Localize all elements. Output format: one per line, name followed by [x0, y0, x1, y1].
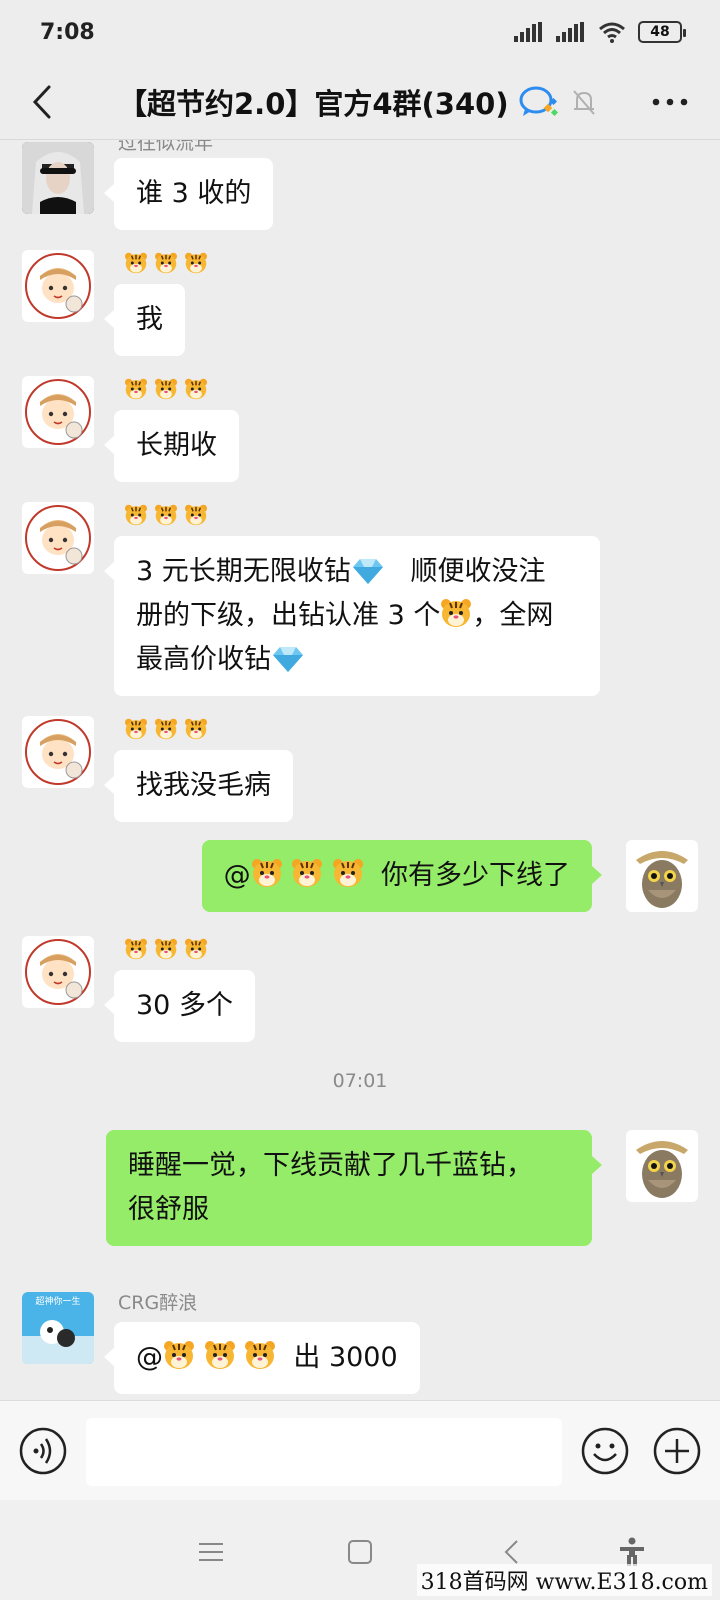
message-bubble[interactable]: 3 元长期无限收钻 顺便收没注 册的下级，出钻认准 3 个，全网 最高价收钻 [104, 536, 600, 696]
status-icons: 48 [514, 21, 686, 43]
message-bubble[interactable]: 我 [104, 284, 185, 356]
sender-name: 🐯🐯🐯 [118, 718, 214, 741]
message-input[interactable] [86, 1418, 562, 1486]
back-arrow-icon [32, 85, 51, 119]
chat-title: 【超节约2.0】官方4群(340) [118, 87, 509, 121]
emoji-icon [581, 1427, 629, 1475]
sender-name: CRG醉浪 [118, 1292, 198, 1314]
avatar-caption: 超神你一生 [35, 1297, 81, 1307]
tiger-icon [440, 599, 472, 631]
message-text: 长期收 [136, 430, 217, 461]
system-nav-bar: 318首码网 www.E318.com [0, 1500, 720, 1600]
message-list[interactable]: 过往似流年 谁 3 收的 🐯🐯🐯 我 🐯🐯🐯 长期收 🐯🐯🐯 3 元长期无限收钻… [0, 140, 720, 1400]
message-line: 3 元长期无限收钻 顺便收没注 [136, 556, 546, 587]
wifi-icon [599, 22, 625, 43]
more-icon [652, 98, 688, 106]
avatar[interactable] [22, 250, 94, 322]
chat-header: 【超节约2.0】官方4群(340) [0, 64, 720, 140]
sender-name: 过往似流年 [118, 140, 214, 154]
message-text: 谁 3 收的 [136, 178, 252, 209]
watermark: 318首码网 www.E318.com [416, 1564, 712, 1596]
message-line: 很舒服 [128, 1194, 209, 1225]
message-line: 册的下级，出钻认准 3 个，全网 [136, 599, 554, 631]
sender-name: 🐯🐯🐯 [118, 378, 214, 401]
message-bubble-self[interactable]: @ 你有多少下线了 [201, 840, 603, 912]
enterprise-chat-icon [519, 86, 558, 117]
message-line: 最高价收钻 [136, 638, 578, 682]
mute-bell-icon [572, 90, 595, 115]
title-area[interactable]: 【超节约2.0】官方4群(340) [118, 76, 599, 128]
back-button[interactable] [20, 78, 64, 126]
avatar-self[interactable] [626, 1130, 698, 1202]
input-bar [0, 1400, 720, 1500]
avatar[interactable] [22, 376, 94, 448]
home-nav-button[interactable] [338, 1530, 382, 1574]
signal-icon [556, 22, 584, 42]
battery-indicator: 48 [638, 21, 686, 43]
avatar-self[interactable] [626, 840, 698, 912]
plus-icon [653, 1427, 701, 1475]
diamond-icon [271, 644, 305, 675]
menu-nav-button[interactable] [189, 1530, 233, 1574]
message-line: 睡醒一觉，下线贡献了几千蓝钻， [128, 1150, 533, 1181]
avatar[interactable] [22, 502, 94, 574]
avatar[interactable] [22, 936, 94, 1008]
message-bubble[interactable]: 长期收 [104, 410, 239, 482]
message-text: 出 3000 [293, 1342, 398, 1373]
tiger-icon [332, 859, 364, 891]
message-bubble[interactable]: 30 多个 [104, 970, 255, 1042]
avatar[interactable] [22, 716, 94, 788]
timestamp: 07:01 [332, 1070, 388, 1092]
signal-icon [514, 22, 542, 42]
tiger-icon [204, 1341, 236, 1373]
accessibility-icon [620, 1537, 644, 1566]
message-text: 我 [136, 304, 163, 335]
status-bar: 7:08 48 [0, 0, 720, 64]
message-bubble[interactable]: @ 出 3000 [104, 1322, 420, 1394]
sender-name: 🐯🐯🐯 [118, 252, 214, 275]
diamond-icon [351, 556, 385, 587]
tiger-icon [291, 859, 323, 891]
sender-name: 🐯🐯🐯 [118, 504, 214, 527]
back-triangle-icon [504, 1540, 518, 1564]
emoji-button[interactable] [580, 1426, 630, 1476]
home-square-icon [348, 1540, 372, 1564]
tiger-icon [244, 1341, 276, 1373]
message-text: 你有多少下线了 [381, 860, 570, 891]
menu-icon [199, 1543, 223, 1561]
message-text: 30 多个 [136, 990, 233, 1021]
more-functions-button[interactable] [652, 1426, 702, 1476]
avatar[interactable]: 超神你一生 [22, 1292, 94, 1364]
tiger-icon [163, 1341, 195, 1373]
voice-icon [19, 1427, 67, 1475]
sender-name: 🐯🐯🐯 [118, 938, 214, 961]
message-text: 找我没毛病 [136, 770, 271, 801]
tiger-icon [251, 859, 283, 891]
more-options-button[interactable] [646, 84, 694, 120]
avatar[interactable] [22, 142, 94, 214]
status-time: 7:08 [40, 19, 95, 45]
message-bubble-self[interactable]: 睡醒一觉，下线贡献了几千蓝钻， 很舒服 [106, 1130, 602, 1246]
message-bubble[interactable]: 谁 3 收的 [103, 158, 274, 230]
message-bubble[interactable]: 找我没毛病 [104, 750, 293, 822]
voice-button[interactable] [18, 1426, 68, 1476]
